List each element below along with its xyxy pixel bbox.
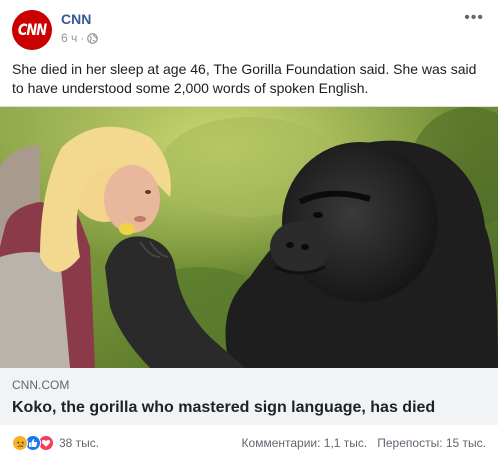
reactions-summary[interactable]: 38 тыс. xyxy=(12,435,99,451)
page-name-link[interactable]: CNN xyxy=(61,11,91,27)
meta-separator: · xyxy=(80,31,85,45)
link-preview-card[interactable]: CNN.COM Koko, the gorilla who mastered s… xyxy=(0,106,498,425)
post-header: CNN CNN 6 ч · ••• xyxy=(12,10,486,52)
engagement-stats: Комментарии: 1,1 тыс. Перепосты: 15 тыс. xyxy=(242,436,486,450)
reaction-count[interactable]: 38 тыс. xyxy=(59,436,99,450)
link-title[interactable]: Koko, the gorilla who mastered sign lang… xyxy=(12,398,486,418)
post-meta: 6 ч · xyxy=(61,31,99,45)
comments-count-link[interactable]: Комментарии: 1,1 тыс. xyxy=(242,436,368,450)
sad-icon xyxy=(12,435,28,451)
cnn-logo: CNN xyxy=(17,20,47,40)
shares-count-link[interactable]: Перепосты: 15 тыс. xyxy=(377,436,486,450)
link-preview-image[interactable] xyxy=(0,107,498,368)
link-preview-meta[interactable]: CNN.COM Koko, the gorilla who mastered s… xyxy=(0,368,498,425)
avatar[interactable]: CNN xyxy=(12,10,52,50)
globe-icon xyxy=(87,32,99,44)
facebook-post: CNN CNN 6 ч · ••• She died in her sleep … xyxy=(0,0,498,470)
post-timestamp[interactable]: 6 ч xyxy=(61,31,77,45)
link-domain: CNN.COM xyxy=(12,378,70,392)
post-footer: 38 тыс. Комментарии: 1,1 тыс. Перепосты:… xyxy=(12,432,486,454)
post-message: She died in her sleep at age 46, The Gor… xyxy=(12,61,477,96)
more-options-button[interactable]: ••• xyxy=(464,10,484,26)
